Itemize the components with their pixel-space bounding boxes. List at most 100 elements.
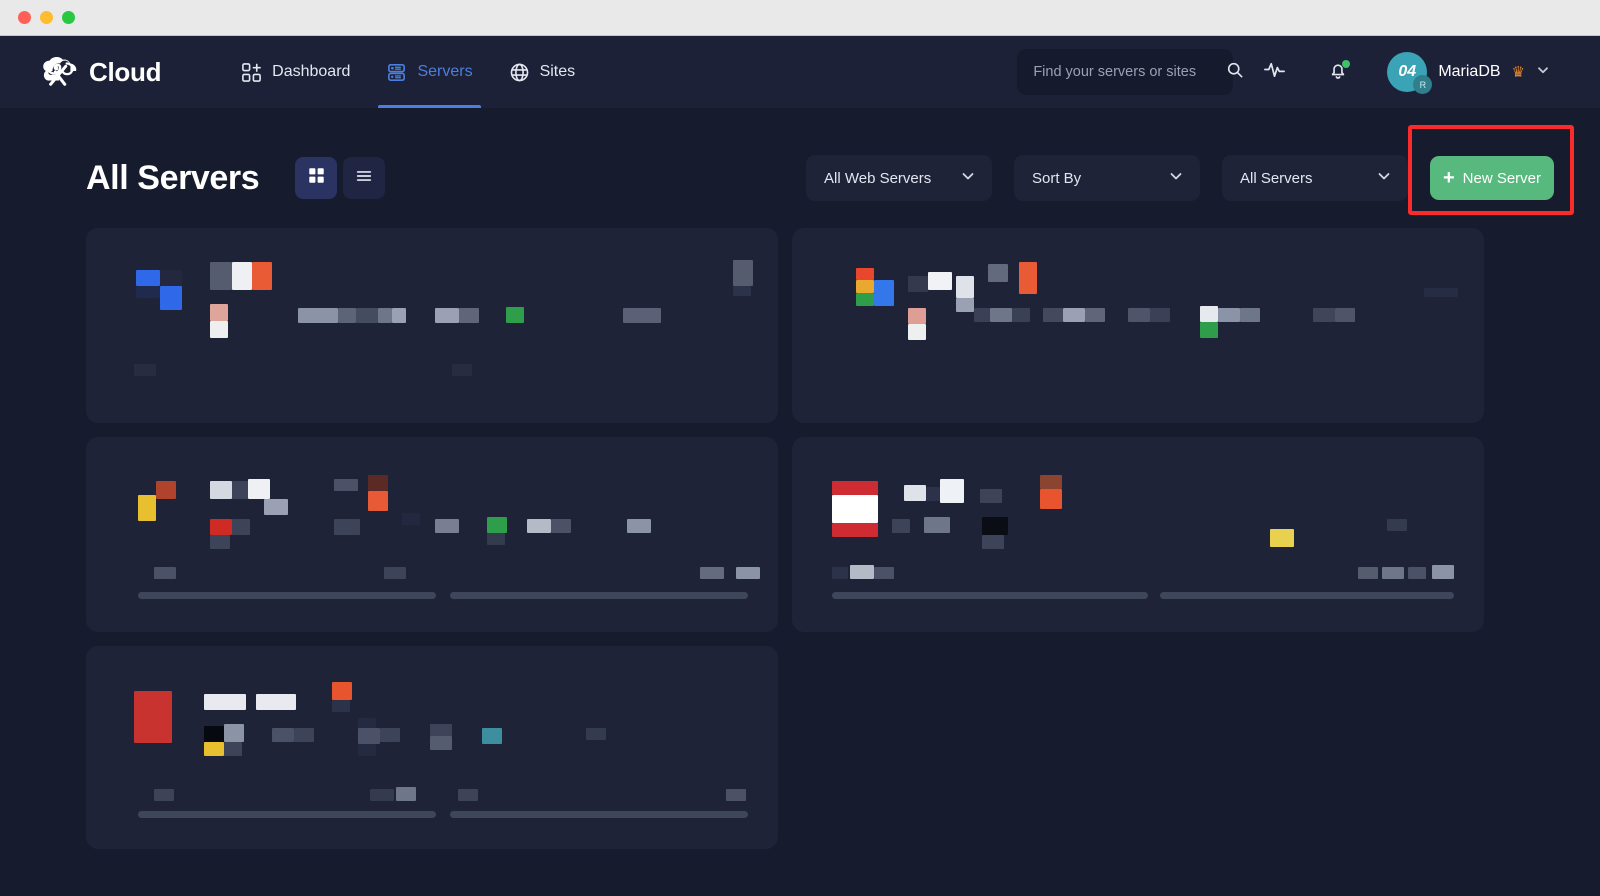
filter-web-servers-label: All Web Servers	[824, 170, 931, 187]
notifications-button[interactable]	[1315, 49, 1361, 95]
chevron-down-icon	[1376, 168, 1392, 188]
nav-item-servers[interactable]: Servers	[368, 36, 490, 108]
brand-logo-text: Cloud	[89, 57, 161, 88]
redacted-content-block	[210, 262, 232, 290]
redacted-content-block	[1382, 567, 1404, 579]
redacted-content-block	[856, 280, 874, 293]
chevron-down-icon	[960, 168, 976, 188]
nav-label-dashboard: Dashboard	[272, 63, 350, 81]
redacted-content-block	[832, 567, 848, 579]
redacted-content-block	[338, 308, 356, 323]
window-close-button[interactable]	[18, 11, 31, 24]
new-server-area: + New Server	[1430, 156, 1554, 200]
redacted-content-block	[1150, 308, 1170, 322]
redacted-content-block	[908, 276, 928, 292]
redacted-content-block	[527, 519, 551, 533]
server-card-2[interactable]	[792, 228, 1484, 423]
redacted-content-block	[210, 481, 232, 499]
redacted-content-block	[1335, 308, 1355, 322]
redacted-content-block	[1270, 529, 1294, 547]
activity-pulse-icon	[1263, 58, 1286, 86]
redacted-content-block	[402, 513, 420, 525]
nav-label-sites: Sites	[540, 63, 576, 81]
usage-progress-bar	[138, 592, 436, 599]
redacted-content-block	[1012, 308, 1030, 322]
globe-icon	[509, 62, 530, 83]
redacted-content-block	[928, 272, 952, 290]
redacted-content-block	[435, 308, 459, 323]
nav-item-sites[interactable]: Sites	[491, 36, 594, 108]
redacted-content-block	[733, 260, 753, 286]
redacted-content-block	[850, 565, 874, 579]
page-title: All Servers	[86, 159, 259, 198]
server-card-1[interactable]	[86, 228, 778, 423]
redacted-content-block	[252, 262, 272, 290]
redacted-content-block	[1043, 308, 1063, 322]
window-zoom-button[interactable]	[62, 11, 75, 24]
redacted-content-block	[334, 479, 358, 491]
redacted-content-block	[272, 728, 294, 742]
redacted-content-block	[940, 479, 964, 503]
server-card-1-content	[86, 228, 778, 423]
redacted-content-block	[926, 487, 940, 501]
redacted-content-block	[396, 787, 416, 801]
redacted-content-block	[832, 495, 878, 523]
redacted-content-block	[904, 485, 926, 501]
nav-item-dashboard[interactable]: Dashboard	[223, 36, 368, 108]
search-icon[interactable]	[1226, 61, 1244, 84]
redacted-content-block	[204, 726, 224, 742]
redacted-content-block	[378, 308, 392, 323]
redacted-content-block	[156, 481, 176, 499]
redacted-content-block	[136, 270, 160, 286]
list-view-button[interactable]	[343, 157, 385, 199]
redacted-content-block	[908, 324, 926, 340]
filter-all-servers[interactable]: All Servers	[1222, 155, 1408, 201]
redacted-content-block	[210, 535, 230, 549]
redacted-content-block	[160, 270, 182, 286]
filter-all-servers-label: All Servers	[1240, 170, 1313, 187]
redacted-content-block	[856, 293, 874, 306]
grid-view-button[interactable]	[295, 157, 337, 199]
redacted-content-block	[1424, 288, 1458, 297]
new-server-button[interactable]: + New Server	[1430, 156, 1554, 200]
redacted-content-block	[1408, 567, 1426, 579]
server-card-3[interactable]	[86, 437, 778, 632]
redacted-content-block	[1063, 308, 1085, 322]
activity-button[interactable]	[1251, 49, 1297, 95]
redacted-content-block	[134, 691, 172, 743]
search-input[interactable]	[1033, 64, 1220, 80]
redacted-content-block	[136, 286, 160, 298]
redacted-content-block	[232, 262, 252, 290]
global-search[interactable]	[1017, 49, 1233, 95]
redacted-content-block	[726, 789, 746, 801]
filter-sort-by[interactable]: Sort By	[1014, 155, 1200, 201]
redacted-content-block	[974, 308, 990, 322]
redacted-content-block	[482, 728, 502, 744]
filter-web-servers[interactable]: All Web Servers	[806, 155, 992, 201]
server-card-2-content	[792, 228, 1484, 423]
redacted-content-block	[1040, 489, 1062, 509]
user-menu[interactable]: 04 R MariaDB ♛	[1381, 46, 1562, 98]
redacted-content-block	[380, 728, 400, 742]
window-minimize-button[interactable]	[40, 11, 53, 24]
redacted-content-block	[210, 304, 228, 321]
redacted-content-block	[700, 567, 724, 579]
user-name-label: MariaDB	[1438, 63, 1500, 81]
new-server-label: New Server	[1463, 170, 1541, 187]
server-card-3-content	[86, 437, 778, 632]
redacted-content-block	[908, 308, 926, 324]
redacted-content-block	[1019, 262, 1037, 294]
usage-progress-bar	[450, 811, 748, 818]
redacted-content-block	[1218, 308, 1240, 322]
top-navigation-bar: Cloud Dashboard	[0, 36, 1600, 108]
server-card-4[interactable]	[792, 437, 1484, 632]
brand-logo[interactable]: Cloud	[40, 55, 161, 89]
redacted-content-block	[210, 321, 228, 338]
redacted-content-block	[956, 276, 974, 298]
redacted-content-block	[892, 519, 910, 533]
redacted-content-block	[874, 280, 894, 306]
server-card-5[interactable]	[86, 646, 778, 849]
list-icon	[355, 167, 373, 190]
server-card-4-content	[792, 437, 1484, 632]
window-title-bar	[0, 0, 1600, 36]
